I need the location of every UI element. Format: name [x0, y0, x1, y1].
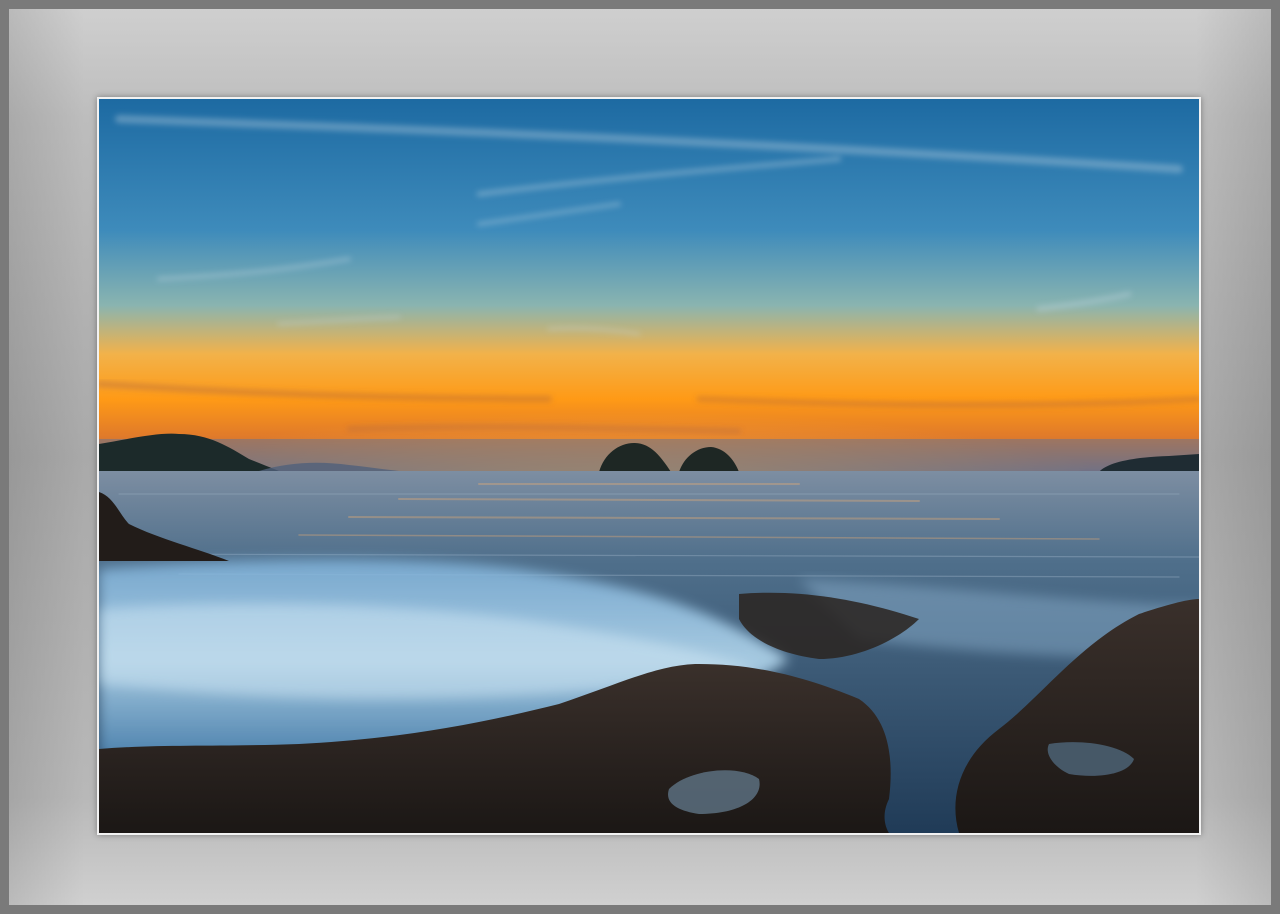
seascape-illustration	[99, 99, 1199, 833]
sunset-seascape-photo	[97, 97, 1201, 835]
photo-frame	[0, 0, 1280, 914]
